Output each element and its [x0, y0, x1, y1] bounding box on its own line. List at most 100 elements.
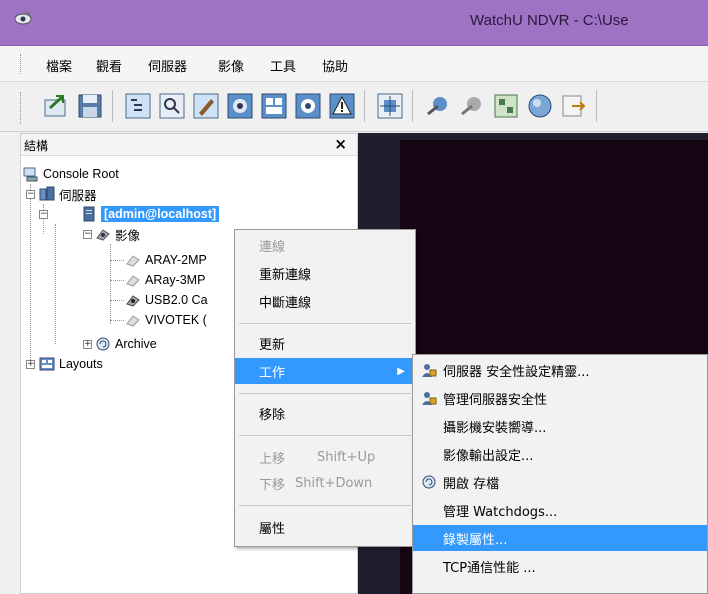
- camera-dome-icon[interactable]: [224, 90, 256, 122]
- menu-item-move-down[interactable]: 下移 Shift+Down: [235, 470, 415, 496]
- menu-item-label: 工作: [259, 365, 286, 381]
- menu-bar: 檔案 觀看 伺服器 影像 工具 協助: [0, 46, 708, 82]
- globe-icon[interactable]: [524, 90, 556, 122]
- fullscreen-icon[interactable]: [374, 90, 406, 122]
- menu-item-tasks[interactable]: 工作 ▶: [235, 358, 415, 384]
- menu-item-label: 屬性: [259, 521, 286, 537]
- menu-item-reconnect[interactable]: 重新連線: [235, 260, 415, 286]
- menu-tools[interactable]: 工具: [270, 56, 296, 75]
- close-icon[interactable]: ×: [334, 135, 347, 153]
- submenu-item-tcp-performance[interactable]: TCP通信性能 ...: [413, 553, 707, 579]
- context-menu: 連線 重新連線 中斷連線 更新 工作 ▶ 移除 上移 Shift+Up 下移 S…: [234, 229, 416, 547]
- edit-icon[interactable]: [190, 90, 222, 122]
- menu-item-label: 影像輸出設定...: [443, 448, 534, 464]
- menu-separator: [239, 323, 411, 324]
- ptz2-icon[interactable]: [456, 90, 488, 122]
- toolbar-grip[interactable]: [20, 92, 24, 124]
- expand-toggle[interactable]: +: [26, 360, 35, 369]
- archive-icon: [421, 474, 443, 490]
- tree-item-label: USB2.0 Ca: [145, 293, 208, 307]
- menu-item-label: 管理 Watchdogs...: [443, 504, 558, 520]
- menu-item-label: 重新連線: [259, 267, 312, 283]
- tree-item-camera[interactable]: USB2.0 Ca: [125, 290, 208, 310]
- tree-item-camera[interactable]: ARay-3MP: [125, 270, 205, 290]
- menu-item-properties[interactable]: 屬性: [235, 514, 415, 540]
- tree-item-label: ARAY-2MP: [145, 253, 207, 267]
- collapse-toggle[interactable]: −: [83, 230, 92, 239]
- submenu-item-manage-security[interactable]: 管理伺服器安全性: [413, 385, 707, 411]
- tree-line: [110, 280, 124, 281]
- archive-icon: [95, 336, 111, 352]
- tree-item-camera[interactable]: ARAY-2MP: [125, 250, 207, 270]
- collapse-toggle[interactable]: −: [26, 190, 35, 199]
- menu-item-move-up[interactable]: 上移 Shift+Up: [235, 444, 415, 470]
- export-icon[interactable]: [558, 90, 590, 122]
- tree-line: [110, 300, 124, 301]
- tree-item-label: ARay-3MP: [145, 273, 206, 287]
- menu-item-remove[interactable]: 移除: [235, 400, 415, 426]
- tree-item-label: Archive: [115, 337, 157, 351]
- window-title: WatchU NDVR - C:\Use: [470, 12, 629, 29]
- submenu-arrow-icon: ▶: [397, 365, 405, 377]
- tree-item-label: VIVOTEK (: [145, 313, 207, 327]
- tree-item-layouts[interactable]: Layouts: [39, 354, 103, 374]
- layouts-icon: [39, 356, 55, 372]
- structure-pane-header: 結構 ×: [21, 134, 357, 156]
- menu-item-label: 下移: [259, 477, 286, 493]
- menu-item-label: 上移: [259, 451, 286, 467]
- grid-icon[interactable]: [490, 90, 522, 122]
- ptz-icon[interactable]: [422, 90, 454, 122]
- submenu-item-camera-wizard[interactable]: 攝影機安裝嚮導...: [413, 413, 707, 439]
- menu-item-label: 管理伺服器安全性: [443, 392, 548, 408]
- layout-icon[interactable]: [258, 90, 290, 122]
- submenu-item-manage-watchdogs[interactable]: 管理 Watchdogs...: [413, 497, 707, 523]
- tasks-submenu: 伺服器 安全性設定精靈... 管理伺服器安全性 攝影機安裝嚮導... 影像輸出設…: [412, 354, 708, 594]
- tree-item-servers[interactable]: 伺服器: [39, 184, 97, 204]
- camera-icon: [125, 252, 141, 268]
- camera-group-icon: [95, 226, 111, 242]
- collapse-toggle[interactable]: −: [39, 210, 48, 219]
- tree-line: [110, 320, 124, 321]
- camera-icon: [125, 272, 141, 288]
- tree-item-camera[interactable]: VIVOTEK (: [125, 310, 207, 330]
- submenu-item-video-output[interactable]: 影像輸出設定...: [413, 441, 707, 467]
- title-bar: WatchU NDVR - C:\Use: [0, 0, 708, 46]
- menu-item-label: 伺服器 安全性設定精靈...: [443, 364, 590, 380]
- menu-item-label: TCP通信性能 ...: [443, 560, 536, 576]
- tree-item-console-root[interactable]: Console Root: [23, 164, 119, 184]
- security-icon: [421, 390, 443, 406]
- menubar-grip[interactable]: [20, 54, 24, 74]
- save-icon[interactable]: [74, 90, 106, 122]
- tree-item-video[interactable]: 影像: [95, 224, 140, 244]
- menu-item-label: 中斷連線: [259, 295, 312, 311]
- expand-toggle[interactable]: +: [83, 340, 92, 349]
- submenu-item-security-wizard[interactable]: 伺服器 安全性設定精靈...: [413, 357, 707, 383]
- tree-item-label: [admin@localhost]: [101, 206, 220, 222]
- menu-item-label: 錄製屬性...: [443, 532, 508, 548]
- tree-item-server-localhost[interactable]: [admin@localhost]: [81, 204, 220, 224]
- menu-separator: [239, 393, 411, 394]
- menu-item-disconnect[interactable]: 中斷連線: [235, 288, 415, 314]
- preview-icon[interactable]: [156, 90, 188, 122]
- menu-help[interactable]: 協助: [322, 56, 348, 75]
- camera-icon[interactable]: [292, 90, 324, 122]
- submenu-item-recording-properties[interactable]: 錄製屬性...: [413, 525, 707, 551]
- menu-item-label: 更新: [259, 337, 286, 353]
- toolbar: [0, 82, 708, 132]
- menu-item-connect[interactable]: 連線: [235, 232, 415, 258]
- tree-line: [55, 224, 56, 344]
- security-icon: [421, 362, 443, 378]
- tree-line: [110, 244, 111, 324]
- menu-file[interactable]: 檔案: [46, 56, 72, 75]
- menu-server[interactable]: 伺服器: [148, 56, 187, 75]
- menu-view[interactable]: 觀看: [96, 56, 122, 75]
- tree-item-label: 影像: [115, 228, 141, 243]
- alarm-icon[interactable]: [326, 90, 358, 122]
- import-icon[interactable]: [40, 90, 72, 122]
- submenu-item-open-archive[interactable]: 開啟 存檔: [413, 469, 707, 495]
- menu-video[interactable]: 影像: [218, 56, 244, 75]
- tree-view-icon[interactable]: [122, 90, 154, 122]
- tree-item-archive[interactable]: Archive: [95, 334, 157, 354]
- structure-pane-title: 結構: [24, 139, 49, 153]
- menu-item-refresh[interactable]: 更新: [235, 330, 415, 356]
